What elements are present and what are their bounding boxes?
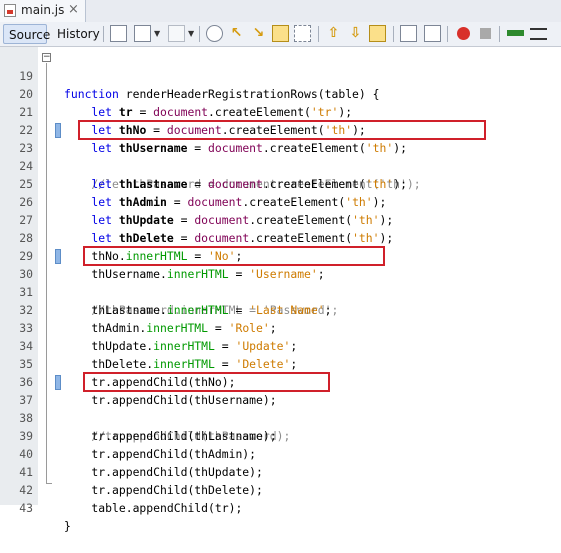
find-previous-icon[interactable]: ↖ [228, 25, 245, 42]
toolbar-separator [103, 26, 104, 42]
editor-toolbar: Source History ▼ ▼ ↖ ↘ ⇧ ⇩ [0, 22, 561, 47]
toggle-bookmark-icon[interactable] [369, 25, 386, 42]
code-line: 34 thDelete.innerHTML = 'Delete'; [0, 319, 561, 371]
find-next-icon[interactable]: ↘ [250, 25, 267, 42]
editor-tab-strip: main.js × [0, 0, 561, 23]
previous-bookmark-icon[interactable]: ⇧ [325, 25, 342, 42]
code-line: 39 tr.appendChild(thAdmin); [0, 409, 561, 461]
code-editor[interactable]: − 19 function renderHeaderRegistrationRo… [0, 47, 561, 533]
highlight-box-line-30 [83, 246, 385, 266]
code-line: 19 function renderHeaderRegistrationRows… [0, 49, 561, 101]
toggle-highlight-icon[interactable] [272, 25, 289, 42]
tab-filename: main.js [21, 3, 65, 17]
next-bookmark-icon[interactable]: ⇩ [347, 25, 364, 42]
code-line: 41 tr.appendChild(thDelete); [0, 445, 561, 497]
code-line: 36 tr.appendChild(thUsername); [0, 355, 561, 407]
toolbar-separator [318, 26, 319, 42]
comment-icon[interactable] [507, 30, 524, 36]
close-tab-icon[interactable]: × [68, 2, 79, 17]
code-line: 42 table.appendChild(tr); [0, 463, 561, 515]
code-line: 21 let thNo = document.createElement('th… [0, 85, 561, 137]
line-number: 43 [19, 501, 33, 515]
toolbar-separator [393, 26, 394, 42]
code-line: 33 thUpdate.innerHTML = 'Update'; [0, 301, 561, 353]
code-line: 32 thAdmin.innerHTML = 'Role'; [0, 283, 561, 335]
highlight-box-line-23 [78, 120, 486, 140]
last-edit-icon[interactable] [110, 25, 127, 42]
shift-right-icon[interactable] [424, 25, 441, 42]
toolbar-separator [447, 26, 448, 42]
code-line: 38 tr.appendChild(thLastname); [0, 391, 561, 443]
highlight-box-line-37 [83, 372, 330, 392]
change-marker [55, 375, 61, 390]
code-line: 20 let tr = document.createElement('tr')… [0, 67, 561, 119]
code-line: 35 tr.appendChild(thNo); [0, 337, 561, 389]
history-view-button[interactable]: History [52, 24, 100, 44]
back-dropdown-icon[interactable]: ▼ [154, 29, 160, 38]
toggle-rect-selection-icon[interactable] [294, 25, 311, 42]
source-view-button[interactable]: Source [3, 24, 50, 44]
change-marker [55, 123, 61, 138]
forward-dropdown-icon[interactable]: ▼ [188, 29, 194, 38]
toolbar-separator [499, 26, 500, 42]
code-line: 24 let thLastname = document.createEleme… [0, 139, 561, 191]
uncomment-icon[interactable] [530, 28, 547, 40]
start-macro-recording-icon[interactable] [457, 27, 470, 40]
code-line: 29 thUsername.innerHTML = 'Username'; [0, 229, 561, 281]
change-marker [55, 249, 61, 264]
file-tab-main-js[interactable]: main.js × [0, 0, 86, 22]
code-line: 26 let thUpdate = document.createElement… [0, 175, 561, 227]
forward-icon[interactable] [168, 25, 185, 42]
code-line: 22 let thUsername = document.createEleme… [0, 103, 561, 155]
toolbar-separator [199, 26, 200, 42]
code-line: 28 thNo.innerHTML = 'No'; [0, 211, 561, 263]
stop-macro-recording-icon[interactable] [480, 28, 491, 39]
find-icon[interactable] [206, 25, 223, 42]
shift-left-icon[interactable] [400, 25, 417, 42]
code-line: 40 tr.appendChild(thUpdate); [0, 427, 561, 479]
code-line: 43 } [0, 481, 561, 533]
javascript-file-icon [4, 4, 16, 17]
back-icon[interactable] [134, 25, 151, 42]
code-line: 27 let thDelete = document.createElement… [0, 193, 561, 245]
code-line: 31 thLastname.innerHTML = 'Last Name'; [0, 265, 561, 317]
code-line: 25 let thAdmin = document.createElement(… [0, 157, 561, 209]
